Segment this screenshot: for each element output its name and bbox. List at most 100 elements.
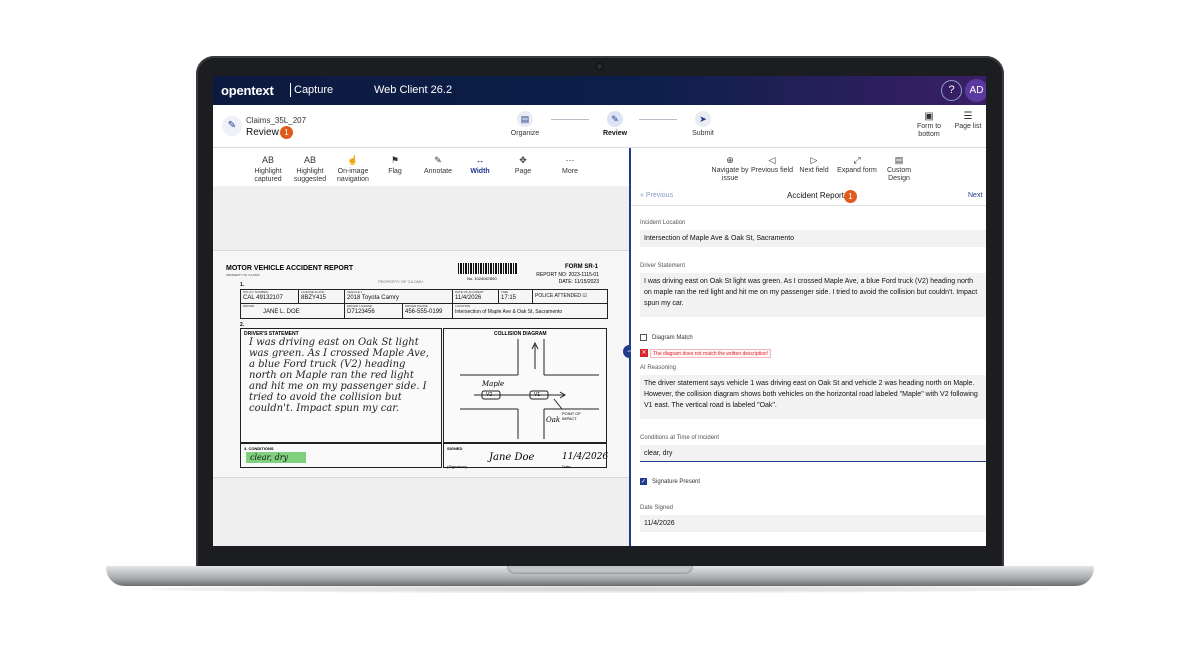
police-attended: POLICE ATTENDED ☑ bbox=[535, 293, 587, 299]
signature-present-checkbox[interactable]: ✓ bbox=[640, 478, 647, 485]
signature-present-label: Signature Present bbox=[652, 479, 701, 485]
previous-field-button[interactable]: ◁ Previous field bbox=[749, 155, 795, 175]
doc-owner: PROPERTY OF CA DMV bbox=[226, 273, 260, 277]
doc-cell: DATE OF ACCIDENT 11/4/2026 bbox=[453, 290, 499, 303]
barcode bbox=[458, 263, 518, 274]
vehicle-label-v2: V2 bbox=[486, 392, 493, 398]
conditions-field[interactable]: clear, dry bbox=[640, 445, 986, 462]
navigate-by-issue-button[interactable]: ⊕ Navigate by issue bbox=[707, 155, 753, 183]
incident-location-field[interactable]: Intersection of Maple Ave & Oak St, Sacr… bbox=[640, 230, 986, 247]
date-signed-label: Date Signed bbox=[640, 505, 674, 511]
expand-icon: ⤢ bbox=[853, 155, 861, 165]
width-button[interactable]: ↔ Width bbox=[458, 155, 502, 176]
page-button[interactable]: ✥ Page bbox=[501, 155, 545, 176]
doc-cell-caption: VEHICLE 1 bbox=[347, 290, 363, 294]
batch-name: Claims_35L_207 bbox=[246, 116, 307, 125]
user-avatar[interactable]: AD bbox=[965, 79, 986, 102]
ai-reasoning-label: AI Reasoning bbox=[640, 365, 677, 371]
conditions-box: 3. CONDITIONS clear, dry bbox=[240, 443, 442, 468]
edit-batch-button[interactable]: ✎ bbox=[222, 116, 242, 136]
doc-cell: POLICE ATTENDED ☑ bbox=[533, 290, 607, 303]
report-number: REPORT NO: 2023-1115-01 bbox=[536, 272, 599, 278]
tool-label: Previous field bbox=[750, 167, 794, 174]
step-label: Submit bbox=[692, 130, 714, 137]
next-form-link[interactable]: Next bbox=[968, 192, 982, 199]
highlight-captured-button[interactable]: AB Highlight captured bbox=[246, 155, 290, 184]
driver-statement-field[interactable]: I was driving east on Oak St light was g… bbox=[640, 273, 986, 317]
doc-row-2: DRIVER JANE L. DOE DRIVER LICENSE D71234… bbox=[240, 304, 608, 319]
tool-label: Flag bbox=[388, 168, 402, 175]
report-date: DATE: 11/15/2023 bbox=[558, 279, 599, 285]
flag-button[interactable]: ⚑ Flag bbox=[373, 155, 417, 176]
step-organize[interactable]: ▤ Organize bbox=[503, 111, 547, 137]
impact-label: POINT OF IMPACT bbox=[562, 411, 581, 421]
doc-cell-caption: DATE OF ACCIDENT bbox=[455, 290, 484, 294]
error-icon: ✕ bbox=[640, 349, 648, 357]
doc-cell: LICENSE PLATE 8BZY415 bbox=[299, 290, 345, 303]
brand-logo: opentext bbox=[221, 83, 274, 98]
signature-box: SIGNED Jane Doe 11/4/2026 (Signature) Da… bbox=[443, 443, 609, 469]
road-label-horizontal: Maple bbox=[482, 380, 505, 388]
driver-statement-box: DRIVER'S STATEMENT I was driving east on… bbox=[240, 328, 442, 443]
top-bar: opentext Capture Web Client 26.2 ? AD bbox=[213, 76, 986, 105]
product-name: Capture bbox=[294, 84, 334, 96]
tool-label: More bbox=[562, 168, 578, 175]
doc-cell-caption: LOCATION bbox=[455, 304, 471, 308]
collision-diagram-box: COLLISION DIAGRAM Maple Oak V2 V1 POINT … bbox=[443, 328, 607, 443]
form-panel: ⊕ Navigate by issue ◁ Previous field ▷ N… bbox=[631, 148, 986, 546]
custom-design-button[interactable]: ▤ Custom Design bbox=[876, 155, 922, 183]
road-label-vertical: Oak bbox=[546, 416, 561, 424]
section-number: 1. bbox=[240, 282, 245, 288]
more-icon: ··· bbox=[565, 155, 575, 165]
annotate-button[interactable]: ✎ Annotate bbox=[416, 155, 460, 176]
tool-label: Next field bbox=[799, 167, 829, 174]
highlight-suggested-button[interactable]: AB Highlight suggested bbox=[288, 155, 332, 184]
date-caption: Date bbox=[562, 464, 571, 469]
doc-cell: LOCATION Intersection of Maple Ave & Oak… bbox=[453, 304, 607, 318]
on-image-navigation-button[interactable]: ☝ On-image navigation bbox=[331, 155, 375, 184]
doc-cell-value: D7123456 bbox=[347, 309, 375, 315]
client-version: Web Client 26.2 bbox=[374, 84, 453, 96]
laptop-notch bbox=[507, 566, 693, 574]
form-to-bottom-button[interactable]: ▣ Form to bottom bbox=[909, 111, 949, 139]
date-signed-field[interactable]: 11/4/2026 bbox=[640, 515, 986, 532]
diagram-match-checkbox[interactable] bbox=[640, 334, 647, 341]
form-navigation: « Previous Accident Report 1 Next bbox=[631, 188, 986, 206]
highlight-icon: AB bbox=[261, 155, 274, 165]
doc-row-1: POLICY NUMBER CAL 49132107 LICENSE PLATE… bbox=[240, 289, 608, 304]
brand-separator bbox=[290, 83, 291, 97]
design-icon: ▤ bbox=[894, 155, 904, 165]
tool-label: Custom Design bbox=[886, 167, 912, 182]
workflow-bar: ✎ Claims_35L_207 Review 1 ▤ Organize ✎ R… bbox=[213, 105, 986, 148]
signature-date: 11/4/2026 bbox=[562, 452, 609, 462]
page-list-button[interactable]: ☰ Page list bbox=[948, 111, 986, 131]
step-submit[interactable]: ➤ Submit bbox=[681, 111, 725, 137]
doc-cell-value: JANE L. DOE bbox=[263, 309, 300, 315]
doc-cell-caption: DRIVER PHONE bbox=[405, 304, 428, 308]
ai-reasoning-field[interactable]: The driver statement says vehicle 1 was … bbox=[640, 375, 986, 419]
hand-pointer-icon: ☝ bbox=[347, 155, 359, 165]
fit-width-icon: ↔ bbox=[475, 155, 485, 165]
more-button[interactable]: ··· More bbox=[548, 155, 592, 176]
send-icon: ➤ bbox=[695, 111, 711, 127]
conditions-value: clear, dry bbox=[246, 452, 306, 463]
signature-handwriting: Jane Doe bbox=[489, 452, 535, 463]
signature-caption: (Signature) bbox=[447, 464, 467, 469]
help-button[interactable]: ? bbox=[941, 80, 962, 101]
next-field-button[interactable]: ▷ Next field bbox=[791, 155, 837, 175]
doc-cell: DRIVER JANE L. DOE bbox=[241, 304, 345, 318]
tool-label: Annotate bbox=[423, 168, 453, 175]
fit-page-icon: ✥ bbox=[519, 155, 527, 165]
image-viewer: AB Highlight captured AB Highlight sugge… bbox=[213, 148, 629, 546]
scanned-document[interactable]: MOTOR VEHICLE ACCIDENT REPORT PROPERTY O… bbox=[213, 251, 629, 477]
list-icon: ☰ bbox=[963, 111, 973, 122]
doc-cell-value: 17:15 bbox=[501, 295, 517, 301]
tool-label: Width bbox=[470, 168, 490, 175]
step-review[interactable]: ✎ Review bbox=[593, 111, 637, 137]
previous-form-link[interactable]: « Previous bbox=[640, 192, 673, 199]
expand-form-button[interactable]: ⤢ Expand form bbox=[834, 155, 880, 175]
conditions-caption: 3. CONDITIONS bbox=[244, 446, 274, 451]
highlight-icon: AB bbox=[303, 155, 316, 165]
form-title: Accident Report bbox=[787, 191, 844, 200]
form-number: FORM SR-1 bbox=[565, 264, 598, 270]
